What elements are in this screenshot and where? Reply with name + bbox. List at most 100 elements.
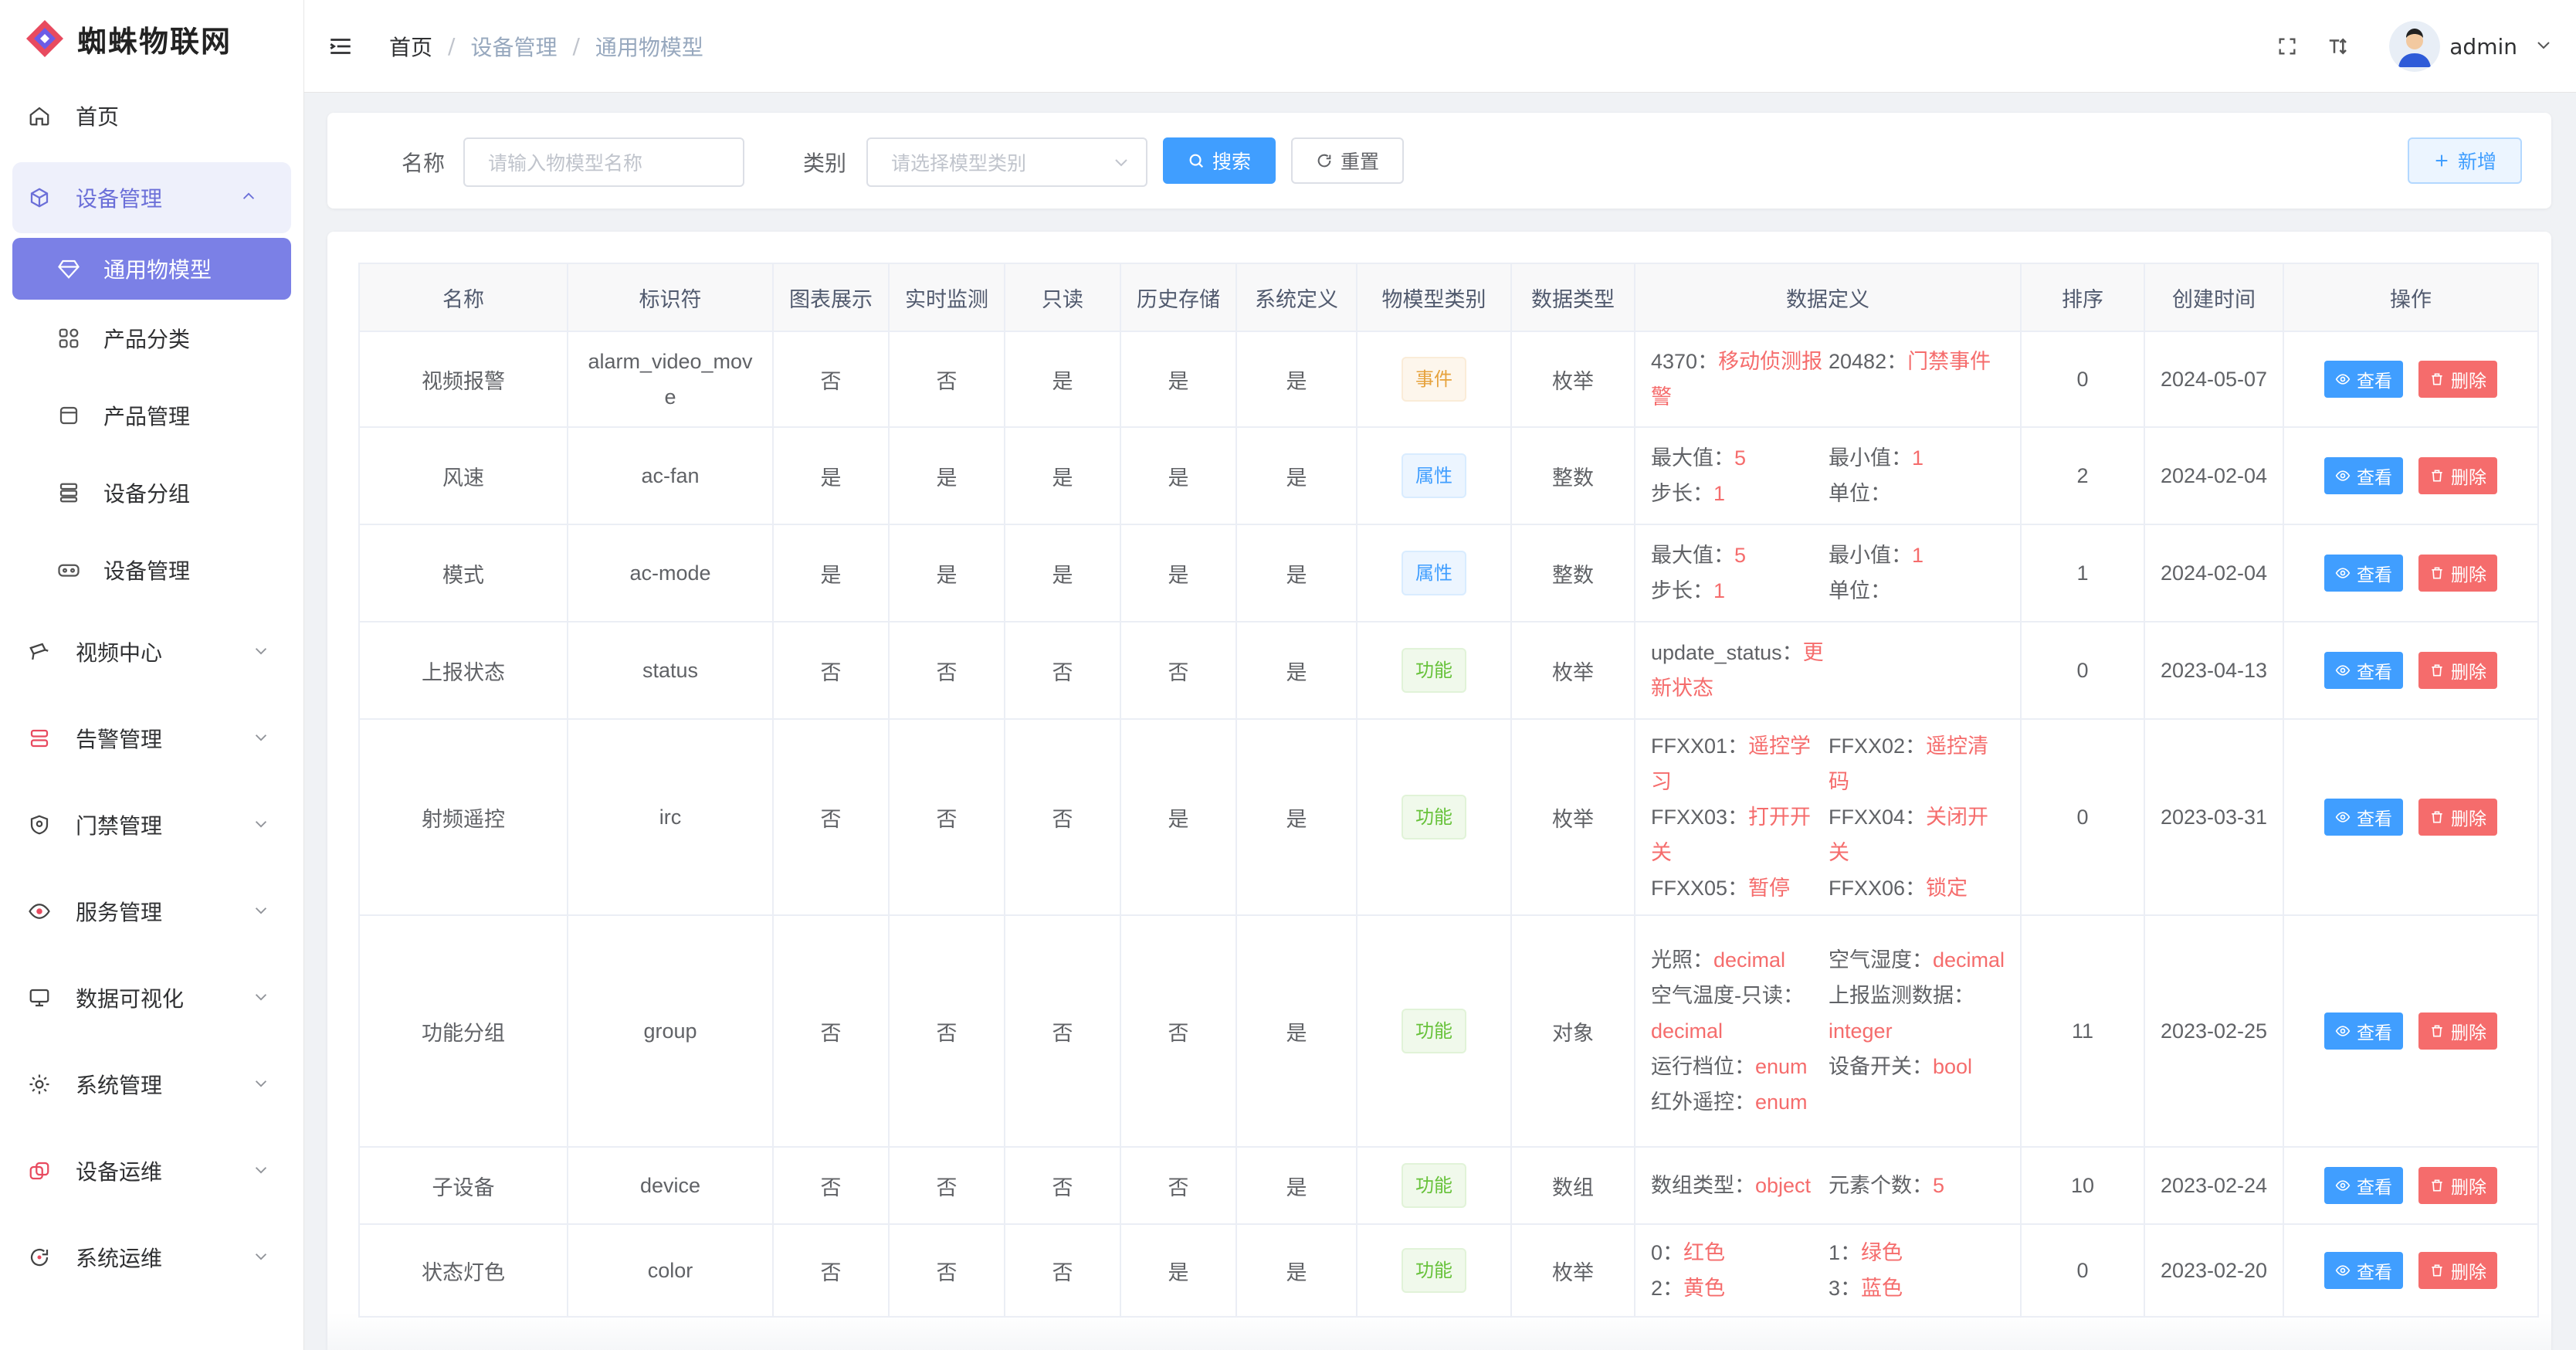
sidebar-item-product-category[interactable]: 产品分类 (0, 300, 303, 377)
actions: 查看 删除 (2284, 361, 2537, 398)
type-select[interactable]: 请选择模型类别 (866, 137, 1147, 187)
logo[interactable]: 蜘蛛物联网 (0, 0, 303, 77)
definition-item: FFXX05：暂停 (1651, 870, 1829, 906)
delete-label: 删除 (2451, 662, 2486, 682)
sidebar-item-product-management[interactable]: 产品管理 (0, 377, 303, 454)
column-header: 只读 (1004, 263, 1121, 332)
menu-device-ops[interactable]: 设备运维 (0, 1128, 303, 1214)
cell-history: 否 (1120, 914, 1237, 1148)
username[interactable]: admin (2449, 34, 2517, 59)
definition-key: 空气温度-只读： (1651, 984, 1804, 1007)
breadcrumb-home[interactable]: 首页 (389, 31, 432, 62)
delete-label: 删除 (2451, 467, 2486, 487)
plus-icon (2435, 154, 2448, 167)
view-button[interactable]: 查看 (2324, 1012, 2403, 1050)
menu-data-visualization[interactable]: 数据可视化 (0, 955, 303, 1041)
cell-actions: 查看 删除 (2283, 1146, 2539, 1225)
column-header: 图表展示 (772, 263, 890, 332)
menu-device-management[interactable]: 设备管理 (12, 162, 291, 233)
sidebar-item-thing-model[interactable]: 通用物模型 (12, 238, 291, 300)
trash-icon (2432, 470, 2442, 482)
cell-history: 是 (1120, 426, 1237, 525)
sidebar-item-device-group[interactable]: 设备分组 (0, 454, 303, 531)
view-button[interactable]: 查看 (2324, 555, 2403, 592)
chevron-down-icon (253, 639, 269, 665)
cell-sort: 0 (2020, 331, 2145, 428)
search-button[interactable]: 搜索 (1163, 137, 1276, 184)
cell-monitor: 否 (888, 621, 1005, 720)
avatar[interactable] (2389, 21, 2441, 72)
view-button[interactable]: 查看 (2324, 1252, 2403, 1289)
delete-button[interactable]: 删除 (2418, 1012, 2497, 1050)
shield-icon (26, 812, 53, 838)
menu-access-control[interactable]: 门禁管理 (0, 782, 303, 868)
reset-button[interactable]: 重置 (1291, 137, 1404, 184)
definition-value: 红色 (1683, 1241, 1726, 1264)
name-search-input[interactable]: 请输入物模型名称 (463, 137, 744, 187)
definition-item: 步长：1 (1651, 476, 1829, 511)
definition-grid: 最大值：5 最小值：1 步长：1 单位： (1635, 440, 2020, 511)
cell-data-type: 枚举 (1510, 331, 1635, 428)
menu-system-management[interactable]: 系统管理 (0, 1041, 303, 1128)
definition-key: FFXX04： (1829, 806, 1927, 829)
chevron-down-icon[interactable] (2534, 36, 2553, 57)
cell-actions: 查看 删除 (2283, 331, 2539, 428)
cell-history: 是 (1120, 1223, 1237, 1318)
delete-button[interactable]: 删除 (2418, 457, 2497, 494)
delete-button[interactable]: 删除 (2418, 555, 2497, 592)
definition-item: 单位： (1829, 573, 2006, 609)
menu-system-ops[interactable]: 系统运维 (0, 1214, 303, 1301)
view-button[interactable]: 查看 (2324, 799, 2403, 836)
cell-system: 是 (1235, 1223, 1357, 1318)
definition-key: 步长： (1651, 579, 1713, 602)
delete-button[interactable]: 删除 (2418, 652, 2497, 689)
view-button[interactable]: 查看 (2324, 652, 2403, 689)
table-row: 模式 ac-mode 是是是是是属性 整数 最大值：5 最小值：1 步长：1 单位： 1 2024… (358, 524, 2539, 622)
cell-identifier: device (567, 1146, 774, 1225)
cell-history: 是 (1120, 331, 1237, 428)
sidebar-item-label: 设备管理 (103, 558, 191, 584)
column-header: 实时监测 (888, 263, 1005, 332)
delete-button[interactable]: 删除 (2418, 799, 2497, 836)
menu-alarm-management[interactable]: 告警管理 (0, 695, 303, 782)
cell-readonly: 否 (1004, 1223, 1121, 1318)
trash-icon (2432, 811, 2442, 823)
view-label: 查看 (2357, 1177, 2392, 1197)
column-header: 历史存储 (1120, 263, 1237, 332)
delete-button[interactable]: 删除 (2418, 361, 2497, 398)
view-button[interactable]: 查看 (2324, 1167, 2403, 1204)
cell-category: 事件 (1356, 331, 1512, 428)
menu-fold-icon[interactable] (327, 32, 355, 60)
sidebar-item-label: 产品分类 (103, 327, 191, 352)
chevron-down-icon (1112, 153, 1130, 177)
view-button[interactable]: 查看 (2324, 361, 2403, 398)
font-size-icon[interactable] (2323, 31, 2354, 62)
menu-home[interactable]: 首页 (0, 77, 303, 154)
top-header: 首页 / 设备管理 / 通用物模型 admin (304, 0, 2576, 93)
cell-actions: 查看 删除 (2283, 914, 2539, 1148)
table-row: 射频遥控 irc 否否否是是功能 枚举 FFXX01：遥控学习 FFXX02：遥控清码 FF… (358, 718, 2539, 916)
delete-button[interactable]: 删除 (2418, 1167, 2497, 1204)
cell-data-type: 数组 (1510, 1146, 1635, 1225)
cell-system: 是 (1235, 621, 1357, 720)
cell-chart: 是 (772, 524, 890, 622)
delete-button[interactable]: 删除 (2418, 1252, 2497, 1289)
cell-data-type: 枚举 (1510, 621, 1635, 720)
fullscreen-icon[interactable] (2272, 31, 2303, 62)
cell-monitor: 否 (888, 914, 1005, 1148)
cell-created: 2023-04-13 (2144, 621, 2284, 720)
actions: 查看 删除 (2284, 1012, 2537, 1050)
cell-data-definition: 4370：移动侦测报警 20482：门禁事件 (1634, 331, 2022, 428)
box-icon (56, 402, 82, 429)
menu-label: 视频中心 (76, 640, 163, 666)
add-button[interactable]: 新增 (2408, 137, 2522, 184)
definition-key: 单位： (1829, 482, 1891, 505)
home-icon (26, 103, 53, 129)
definition-key: FFXX03： (1651, 806, 1749, 829)
menu-video-center[interactable]: 视频中心 (0, 609, 303, 695)
view-button[interactable]: 查看 (2324, 457, 2403, 494)
cube-icon (26, 185, 53, 211)
sidebar-item-device-management[interactable]: 设备管理 (0, 531, 303, 609)
table-row: 上报状态 status 否否否否是功能 枚举 update_status：更新状态 0 20… (358, 621, 2539, 720)
menu-service-management[interactable]: 服务管理 (0, 868, 303, 955)
